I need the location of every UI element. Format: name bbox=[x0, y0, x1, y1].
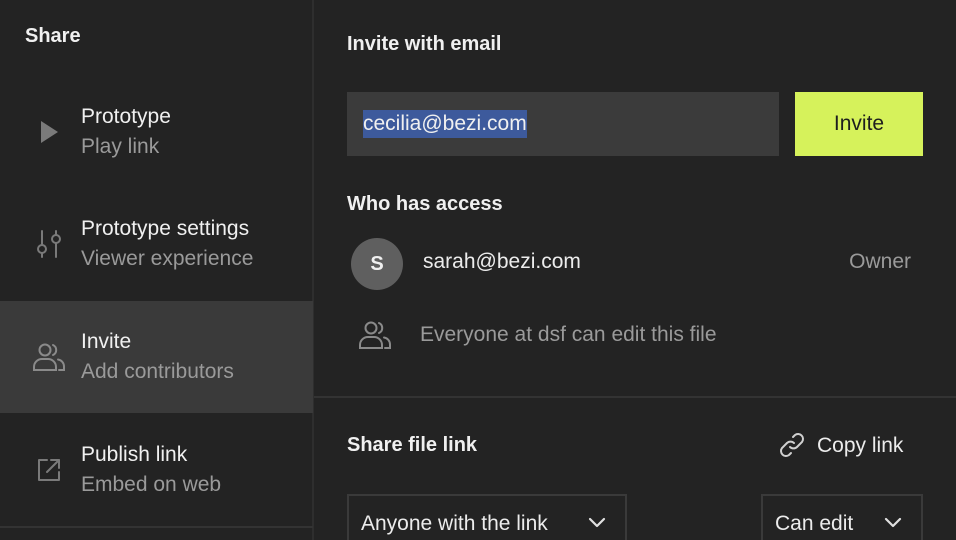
sliders-icon bbox=[32, 227, 66, 261]
sidebar-item-label: Invite bbox=[81, 330, 132, 353]
invite-email-input[interactable]: cecilia@bezi.com bbox=[347, 92, 779, 156]
link-permission-select[interactable]: Can edit bbox=[761, 494, 923, 540]
link-icon bbox=[777, 430, 807, 463]
share-dialog: Share Prototype Play link Prototype sett… bbox=[0, 0, 956, 540]
sidebar-item-sublabel: Embed on web bbox=[81, 473, 222, 496]
link-scope-value: Anyone with the link bbox=[361, 512, 548, 535]
link-permission-value: Can edit bbox=[775, 512, 854, 535]
everyone-access-text: Everyone at dsf can edit this file bbox=[420, 323, 717, 346]
sidebar-item-prototype[interactable]: Prototype Play link bbox=[0, 76, 313, 188]
access-section-title: Who has access bbox=[347, 193, 503, 215]
share-main-panel: Invite with email cecilia@bezi.com Invit… bbox=[314, 0, 956, 540]
play-icon bbox=[32, 115, 66, 149]
sidebar-item-prototype-settings[interactable]: Prototype settings Viewer experience bbox=[0, 188, 313, 300]
users-icon bbox=[358, 320, 392, 354]
share-sidebar: Share Prototype Play link Prototype sett… bbox=[0, 0, 314, 540]
access-email: sarah@bezi.com bbox=[423, 250, 581, 273]
invite-email-value: cecilia@bezi.com bbox=[363, 110, 527, 138]
sidebar-divider bbox=[0, 526, 313, 528]
access-row-everyone: Everyone at dsf can edit this file bbox=[358, 320, 858, 354]
chevron-down-icon bbox=[884, 517, 902, 528]
sidebar-item-publish-link[interactable]: Publish link Embed on web bbox=[0, 414, 313, 526]
users-icon bbox=[32, 340, 66, 374]
invite-button[interactable]: Invite bbox=[795, 92, 923, 156]
sidebar-item-label: Prototype settings bbox=[81, 217, 250, 240]
copy-link-label: Copy link bbox=[817, 434, 904, 457]
access-role: Owner bbox=[849, 250, 911, 273]
sidebar-item-label: Publish link bbox=[81, 443, 188, 466]
invite-section-title: Invite with email bbox=[347, 33, 502, 55]
chevron-down-icon bbox=[588, 517, 606, 528]
sidebar-item-sublabel: Add contributors bbox=[81, 360, 234, 383]
section-divider bbox=[314, 396, 956, 398]
copy-link-button[interactable]: Copy link bbox=[777, 430, 903, 462]
sidebar-item-sublabel: Play link bbox=[81, 135, 160, 158]
avatar: S bbox=[351, 238, 403, 290]
sidebar-item-invite[interactable]: Invite Add contributors bbox=[0, 301, 313, 413]
sidebar-title: Share bbox=[25, 25, 81, 47]
sidebar-item-label: Prototype bbox=[81, 105, 171, 128]
sidebar-item-sublabel: Viewer experience bbox=[81, 247, 254, 270]
access-row-owner: S sarah@bezi.com Owner bbox=[351, 238, 911, 290]
external-link-icon bbox=[32, 453, 66, 487]
link-scope-select[interactable]: Anyone with the link bbox=[347, 494, 627, 540]
share-link-section-title: Share file link bbox=[347, 434, 478, 456]
